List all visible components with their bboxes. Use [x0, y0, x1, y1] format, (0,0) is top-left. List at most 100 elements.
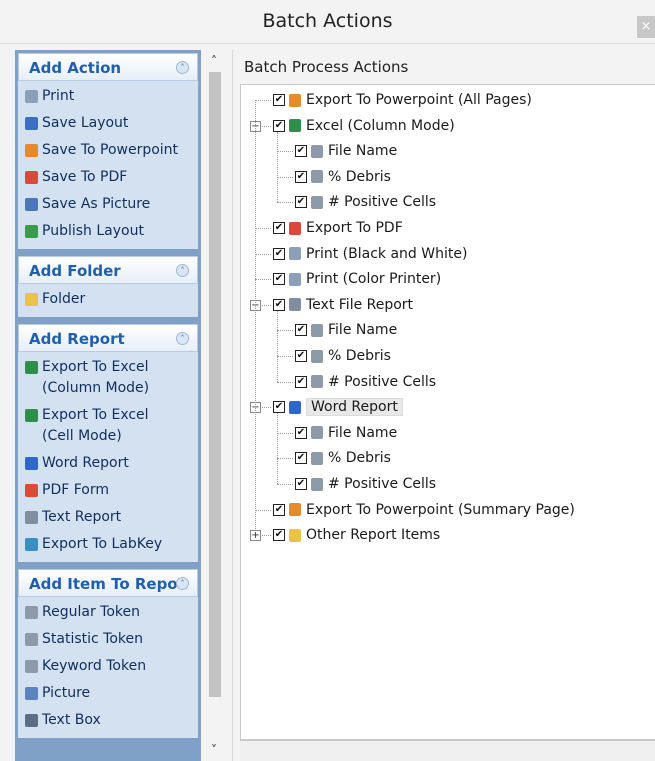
node-checkbox[interactable]: ✔ [295, 196, 307, 209]
pdf-icon [25, 171, 38, 184]
palette-item[interactable]: Text Box [18, 707, 198, 734]
tree-connector [255, 509, 271, 511]
scroll-thumb[interactable] [209, 72, 221, 697]
tree-connector [277, 484, 293, 485]
node-label: # Positive Cells [328, 194, 437, 211]
horizontal-scrollbar[interactable] [240, 740, 655, 761]
tree-node[interactable]: ✔ Export To Powerpoint (All Pages) [273, 89, 532, 111]
node-checkbox[interactable]: ✔ [273, 247, 285, 260]
tree-connector [255, 100, 271, 101]
palette-item[interactable]: Statistic Token [18, 626, 198, 653]
collapse-chevron-icon[interactable]: ˄ [176, 61, 189, 74]
node-checkbox[interactable]: ✔ [295, 452, 307, 465]
expander-toggle-icon[interactable]: + [250, 530, 261, 542]
scroll-up-icon[interactable]: ˄ [211, 54, 217, 68]
printer-icon [25, 90, 38, 103]
tree-node[interactable]: ✔ File Name [295, 140, 397, 162]
palette-item[interactable]: Save To Powerpoint [18, 137, 198, 164]
section-header[interactable]: Add Action ˄ [18, 53, 198, 81]
tree-node[interactable]: ✔ Print (Black and White) [273, 243, 467, 265]
node-checkbox[interactable]: ✔ [295, 324, 307, 337]
tree-node[interactable]: ✔ % Debris [295, 447, 391, 469]
palette-item[interactable]: Text Report [18, 504, 198, 531]
node-label: File Name [328, 424, 398, 441]
palette-item[interactable]: Print [18, 83, 198, 110]
palette-item[interactable]: Picture [18, 680, 198, 707]
palette-item-label: Word Report [42, 455, 129, 471]
node-checkbox[interactable]: ✔ [295, 350, 307, 362]
palette-item[interactable]: Publish Layout [18, 218, 198, 245]
token-icon [311, 195, 323, 209]
tree-connector [277, 176, 293, 178]
tree-node[interactable]: ✔ % Debris [295, 166, 391, 188]
palette-item[interactable]: Export To Excel (Column Mode) [18, 354, 198, 402]
collapse-chevron-icon[interactable]: ˄ [176, 577, 189, 590]
palette-item[interactable]: Keyword Token [18, 653, 198, 680]
tree-connector [277, 413, 278, 484]
tree-node[interactable]: ✔ Text File Report [273, 294, 413, 316]
tree-node[interactable]: ✔ Excel (Column Mode) [273, 115, 455, 137]
palette-item[interactable]: Export To Excel (Cell Mode) [18, 402, 198, 450]
action-palette: Add Action ˄ Print Save Layout Save To Power… [15, 50, 201, 761]
tree-connector [255, 228, 271, 229]
section-header[interactable]: Add Folder ˄ [18, 256, 198, 284]
node-checkbox[interactable]: ✔ [273, 529, 285, 542]
scroll-down-icon[interactable]: ˅ [211, 743, 217, 757]
tree-node[interactable]: ✔ File Name [295, 422, 397, 444]
node-checkbox[interactable]: ✔ [273, 503, 285, 516]
tree-node[interactable]: ✔ # Positive Cells [295, 191, 436, 213]
palette-item-label: Folder [42, 291, 86, 307]
node-checkbox[interactable]: ✔ [273, 94, 285, 106]
palette-item[interactable]: Save Layout [18, 110, 198, 137]
palette-item-label: Picture [42, 685, 91, 701]
node-label: Word Report [306, 398, 403, 417]
tree-node[interactable]: ✔ % Debris [295, 345, 391, 367]
node-checkbox[interactable]: ✔ [295, 478, 307, 490]
collapse-chevron-icon[interactable]: ˄ [176, 332, 189, 345]
tree-connector [277, 381, 293, 383]
palette-item[interactable]: Folder [18, 286, 198, 313]
palette-section: Add Item To Repo ˄ Regular Token Statistic … [18, 569, 198, 738]
node-checkbox[interactable]: ✔ [295, 145, 307, 158]
node-label: % Debris [328, 348, 391, 364]
collapse-chevron-icon[interactable]: ˄ [176, 264, 189, 277]
token-icon [311, 375, 323, 389]
node-checkbox[interactable]: ✔ [273, 273, 285, 286]
section-header[interactable]: Add Item To Repo ˄ [18, 569, 198, 597]
tree-node[interactable]: ✔ File Name [295, 319, 397, 341]
palette-item-label: Keyword Token [42, 658, 147, 674]
node-checkbox[interactable]: ✔ [273, 119, 285, 132]
palette-item[interactable]: PDF Form [18, 477, 198, 504]
node-checkbox[interactable]: ✔ [295, 375, 307, 388]
printer-icon [289, 272, 301, 286]
section-title: Add Item To Repo [29, 575, 178, 593]
node-checkbox[interactable]: ✔ [273, 222, 285, 234]
close-button[interactable]: × [637, 16, 655, 38]
palette-item-label: Save To PDF [42, 169, 128, 185]
palette-item[interactable]: Regular Token [18, 599, 198, 626]
palette-item-label: PDF Form [42, 482, 109, 498]
tree-node[interactable]: ✔ # Positive Cells [295, 473, 436, 495]
palette-item[interactable]: Save To PDF [18, 164, 198, 191]
node-label: Print (Color Printer) [306, 271, 442, 288]
node-checkbox[interactable]: ✔ [273, 298, 285, 311]
palette-item[interactable]: Save As Picture [18, 191, 198, 218]
tree-node[interactable]: ✔ # Positive Cells [295, 371, 436, 393]
node-checkbox[interactable]: ✔ [273, 401, 285, 414]
palette-section: Add Folder ˄ Folder [18, 256, 198, 317]
tree-node[interactable]: ✔ Word Report [273, 396, 403, 418]
tree-node[interactable]: ✔ Other Report Items [273, 524, 440, 546]
tree-node[interactable]: ✔ Print (Color Printer) [273, 268, 441, 290]
tree-node[interactable]: ✔ Export To PDF [273, 217, 403, 239]
palette-item-label: Save To Powerpoint [42, 142, 179, 158]
section-header[interactable]: Add Report ˄ [18, 324, 198, 352]
palette-item[interactable]: Export To LabKey [18, 531, 198, 558]
palette-scrollbar[interactable]: ˄ ˅ [203, 50, 233, 761]
word-icon [289, 400, 301, 414]
tree-connector [277, 330, 293, 332]
node-checkbox[interactable]: ✔ [295, 426, 307, 439]
node-checkbox[interactable]: ✔ [295, 170, 307, 183]
tree-node[interactable]: ✔ Export To Powerpoint (Summary Page) [273, 499, 575, 521]
folder-icon [25, 293, 38, 306]
palette-item[interactable]: Word Report [18, 450, 198, 477]
